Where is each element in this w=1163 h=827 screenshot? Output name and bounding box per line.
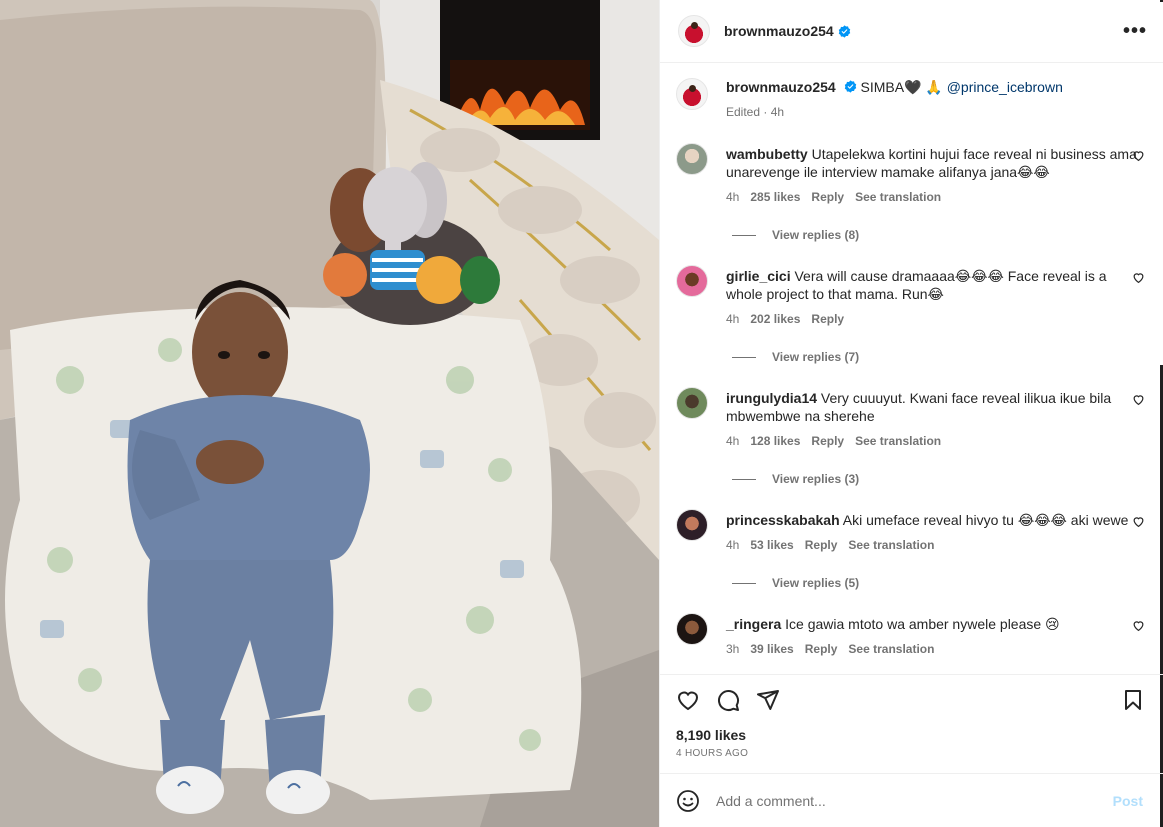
comment-item: _ringera Ice gawia mtoto wa amber nywele… [676, 613, 1147, 658]
like-comment-heart-icon[interactable] [1132, 393, 1145, 406]
comment-time: 4h [726, 434, 740, 448]
verified-badge-icon [844, 80, 856, 93]
view-replies-label: View replies (3) [772, 472, 860, 486]
view-replies-label: View replies (5) [772, 576, 860, 590]
comment-username[interactable]: wambubetty [726, 146, 808, 162]
comment-time: 4h [726, 190, 740, 204]
post-header: brownmauzo254 ••• [660, 0, 1163, 63]
comment-item: girlie_cici Vera will cause dramaaaa😂😂😂 … [676, 265, 1147, 328]
comment-item: princesskabakah Aki umeface reveal hivyo… [676, 509, 1147, 554]
emoji-smiley-icon[interactable] [676, 789, 700, 813]
caption-username[interactable]: brownmauzo254 [726, 79, 836, 95]
share-send-icon[interactable] [756, 688, 780, 712]
caption-meta: Edited · 4h [726, 105, 785, 119]
post-side-panel: brownmauzo254 ••• brownmauzo254 SIMBA🖤 🙏… [659, 0, 1163, 827]
view-replies-button[interactable]: View replies (3) [732, 471, 1147, 487]
add-comment-input[interactable] [716, 793, 1113, 809]
reply-button[interactable]: Reply [811, 310, 844, 328]
add-comment-bar: Post [660, 775, 1163, 827]
comment-likes[interactable]: 128 likes [750, 432, 800, 450]
comment-username[interactable]: irungulydia14 [726, 390, 817, 406]
see-translation-button[interactable]: See translation [848, 536, 934, 554]
comment-text: Ice gawia mtoto wa amber nywele please 😢 [785, 616, 1060, 632]
owner-avatar[interactable] [678, 15, 710, 47]
view-replies-label: View replies (7) [772, 350, 860, 364]
commenter-avatar[interactable] [676, 265, 708, 297]
like-comment-heart-icon[interactable] [1132, 149, 1145, 162]
comment-likes[interactable]: 285 likes [750, 188, 800, 206]
post-likes-count[interactable]: 8,190 likes [676, 727, 1147, 743]
comment-time: 4h [726, 538, 740, 552]
bookmark-save-icon[interactable] [1121, 688, 1145, 712]
comment-username[interactable]: girlie_cici [726, 268, 791, 284]
post-timestamp: 4 HOURS AGO [676, 748, 749, 759]
comment-item: wambubetty Utapelekwa kortini hujui face… [676, 143, 1147, 206]
comment-time: 3h [726, 642, 740, 656]
post-actions: 8,190 likes 4 HOURS AGO [660, 674, 1163, 774]
caption-text: SIMBA🖤 🙏 [860, 79, 943, 95]
like-comment-heart-icon[interactable] [1132, 271, 1145, 284]
commenter-avatar[interactable] [676, 387, 708, 419]
comment-likes[interactable]: 39 likes [750, 640, 793, 658]
see-translation-button[interactable]: See translation [855, 188, 941, 206]
post-comment-button[interactable]: Post [1113, 793, 1143, 809]
like-heart-icon[interactable] [676, 688, 700, 712]
view-replies-button[interactable]: View replies (8) [732, 227, 1147, 243]
reply-button[interactable]: Reply [805, 640, 838, 658]
comment-bubble-icon[interactable] [716, 688, 740, 712]
see-translation-button[interactable]: See translation [848, 640, 934, 658]
reply-button[interactable]: Reply [811, 432, 844, 450]
caption-avatar[interactable] [676, 78, 708, 110]
baby-on-sofa-image [0, 0, 659, 827]
commenter-avatar[interactable] [676, 509, 708, 541]
caption-mention-link[interactable]: @prince_icebrown [947, 79, 1063, 95]
post-caption: brownmauzo254 SIMBA🖤 🙏 @prince_icebrown … [676, 78, 1147, 121]
view-replies-label: View replies (8) [772, 228, 860, 242]
like-comment-heart-icon[interactable] [1132, 515, 1145, 528]
comment-text: Aki umeface reveal hivyo tu 😂😂😂 aki wewe [842, 512, 1129, 528]
comment-username[interactable]: _ringera [726, 616, 781, 632]
commenter-avatar[interactable] [676, 143, 708, 175]
comment-likes[interactable]: 53 likes [750, 536, 793, 554]
commenter-avatar[interactable] [676, 613, 708, 645]
comment-username[interactable]: princesskabakah [726, 512, 840, 528]
comment-item: irungulydia14 Very cuuuyut. Kwani face r… [676, 387, 1147, 450]
owner-username[interactable]: brownmauzo254 [724, 23, 834, 39]
comments-list: brownmauzo254 SIMBA🖤 🙏 @prince_icebrown … [660, 64, 1163, 674]
more-options-icon[interactable]: ••• [1123, 21, 1147, 41]
view-replies-button[interactable]: View replies (7) [732, 349, 1147, 365]
view-replies-button[interactable]: View replies (5) [732, 575, 1147, 591]
see-translation-button[interactable]: See translation [855, 432, 941, 450]
comment-likes[interactable]: 202 likes [750, 310, 800, 328]
reply-button[interactable]: Reply [805, 536, 838, 554]
like-comment-heart-icon[interactable] [1132, 619, 1145, 632]
comment-time: 4h [726, 312, 740, 326]
verified-badge-icon [838, 24, 850, 38]
post-photo [0, 0, 659, 827]
reply-button[interactable]: Reply [811, 188, 844, 206]
